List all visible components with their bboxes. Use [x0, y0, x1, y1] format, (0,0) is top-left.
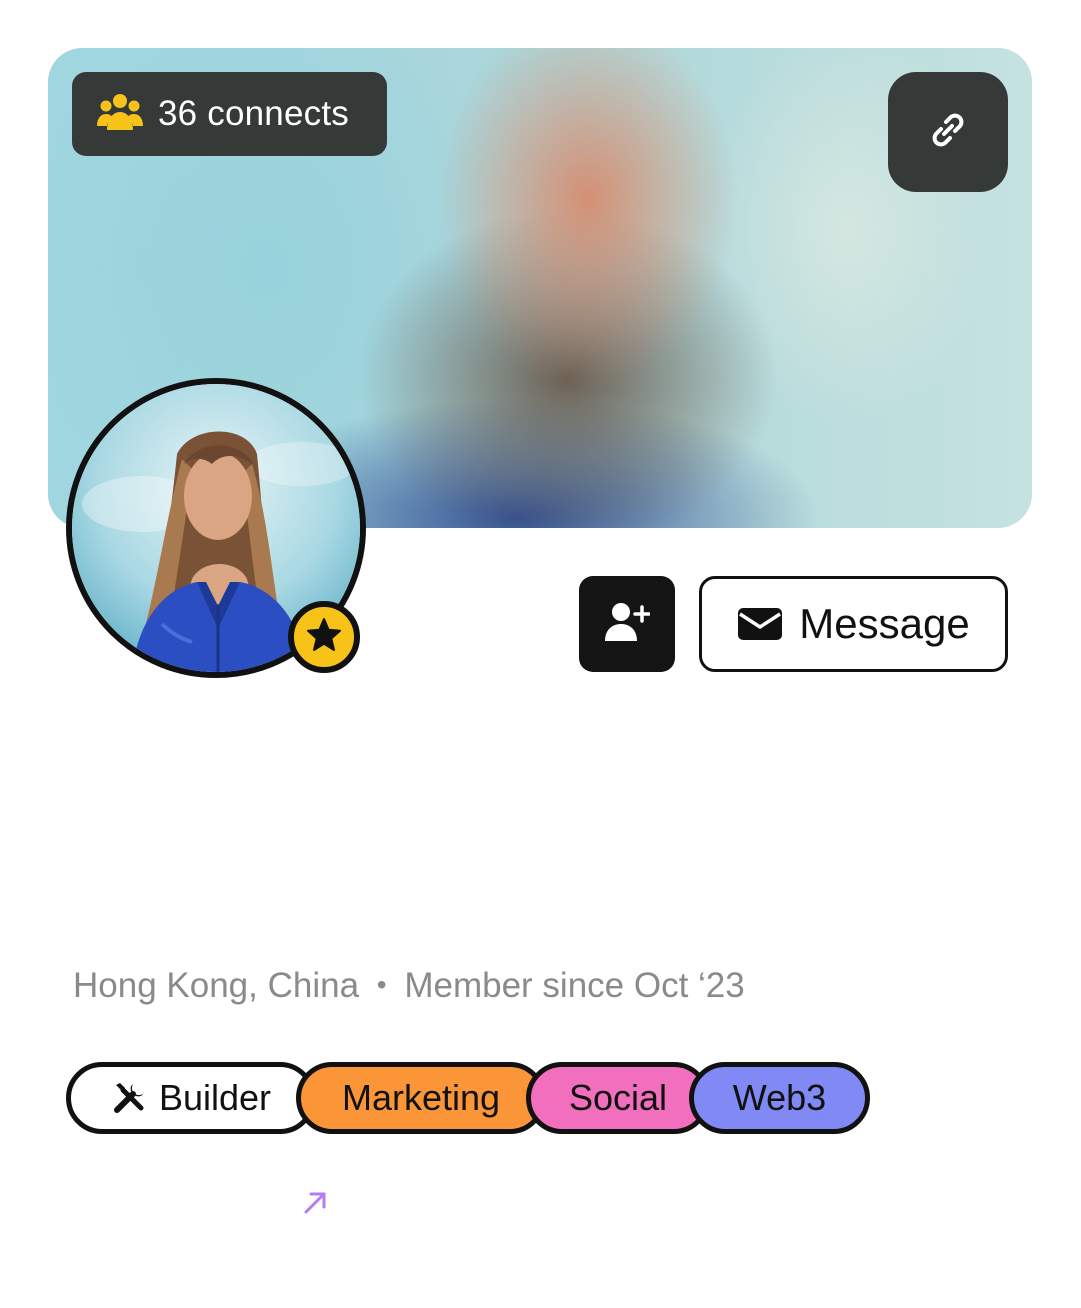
envelope-icon — [737, 607, 783, 641]
tag-marketing[interactable]: Marketing — [296, 1062, 546, 1134]
message-button[interactable]: Message — [699, 576, 1008, 672]
member-since-text: Member since Oct ‘23 — [404, 966, 745, 1005]
tag-social[interactable]: Social — [526, 1062, 710, 1134]
profile-meta: Hong Kong, China • Member since Oct ‘23 — [73, 966, 745, 1006]
arrow-up-right-icon[interactable] — [302, 1190, 328, 1216]
message-button-label: Message — [799, 600, 970, 647]
tag-label: Social — [568, 1077, 668, 1118]
share-link-button[interactable] — [888, 72, 1008, 192]
connects-count: 36 connects — [158, 94, 349, 133]
tag-label: Web3 — [732, 1077, 827, 1118]
tools-icon — [111, 1080, 147, 1116]
tag-web3[interactable]: Web3 — [689, 1062, 870, 1134]
featured-star-badge — [288, 601, 360, 673]
connects-badge[interactable]: 36 connects — [72, 72, 387, 156]
tag-label: Marketing — [341, 1077, 501, 1118]
meta-separator: • — [376, 969, 387, 1000]
tag-builder[interactable]: Builder — [66, 1062, 316, 1134]
group-icon — [96, 90, 144, 138]
tag-label: Builder — [158, 1077, 272, 1118]
link-icon — [926, 108, 970, 157]
add-connection-button[interactable] — [579, 576, 675, 672]
location-text: Hong Kong, China — [73, 966, 360, 1005]
star-icon — [306, 617, 342, 658]
add-user-icon — [604, 601, 651, 648]
